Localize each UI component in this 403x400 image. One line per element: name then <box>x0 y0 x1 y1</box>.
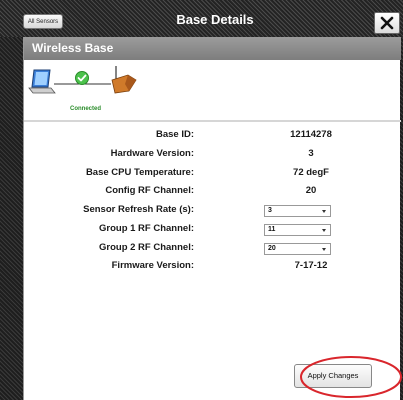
detail-label: Base ID: <box>155 129 194 140</box>
connection-status-label: Connected <box>70 106 102 112</box>
detail-label: Firmware Version: <box>111 260 194 271</box>
chevron-down-icon <box>322 229 326 232</box>
strip-divider <box>24 120 401 122</box>
detail-value: 20 <box>305 185 317 196</box>
apply-changes-button[interactable]: Apply Changes <box>294 364 372 388</box>
detail-value: 3 <box>308 148 314 159</box>
chevron-down-icon <box>322 248 326 251</box>
detail-value: 7-17-12 <box>294 260 328 271</box>
title-bar: All Sensors Base Details <box>0 0 403 37</box>
detail-label: Config RF Channel: <box>105 185 194 196</box>
detail-row-hardware-version: Hardware Version: 3 <box>24 148 401 162</box>
detail-label: Sensor Refresh Rate (s): <box>83 204 194 215</box>
app-window: All Sensors Base Details Wireless Base C… <box>0 0 403 400</box>
sensor-refresh-rate-select[interactable]: 3 <box>264 205 331 217</box>
detail-row-cpu-temperature: Base CPU Temperature: 72 degF <box>24 167 401 181</box>
select-value: 20 <box>268 245 276 252</box>
detail-row-firmware-version: Firmware Version: 7-17-12 <box>24 260 401 274</box>
detail-row-config-rf-channel: Config RF Channel: 20 <box>24 185 401 199</box>
detail-row-sensor-refresh-rate: Sensor Refresh Rate (s): 3 <box>24 204 401 218</box>
chevron-down-icon <box>322 210 326 213</box>
detail-row-group2-rf-channel: Group 2 RF Channel: 20 <box>24 242 401 256</box>
close-icon <box>380 16 394 30</box>
check-circle-icon <box>75 71 89 85</box>
detail-label: Hardware Version: <box>110 148 194 159</box>
detail-label: Group 1 RF Channel: <box>99 223 194 234</box>
detail-label: Group 2 RF Channel: <box>99 242 194 253</box>
select-value: 3 <box>268 207 272 214</box>
select-value: 11 <box>268 226 276 233</box>
detail-value: 12114278 <box>290 129 332 140</box>
detail-value: 72 degF <box>293 167 329 178</box>
base-details-dialog: Wireless Base Connected Base ID: 1211427… <box>23 37 401 400</box>
group2-rf-channel-select[interactable]: 20 <box>264 243 331 255</box>
window-title: Base Details <box>176 12 254 27</box>
wireless-base-icon <box>111 66 137 94</box>
detail-label: Base CPU Temperature: <box>85 167 194 178</box>
close-button[interactable] <box>374 12 400 34</box>
group1-rf-channel-select[interactable]: 11 <box>264 224 331 236</box>
detail-row-base-id: Base ID: 12114278 <box>24 129 401 143</box>
detail-row-group1-rf-channel: Group 1 RF Channel: 11 <box>24 223 401 237</box>
all-sensors-button[interactable]: All Sensors <box>23 14 63 29</box>
dialog-header: Wireless Base <box>24 37 401 60</box>
laptop-icon <box>28 69 56 94</box>
